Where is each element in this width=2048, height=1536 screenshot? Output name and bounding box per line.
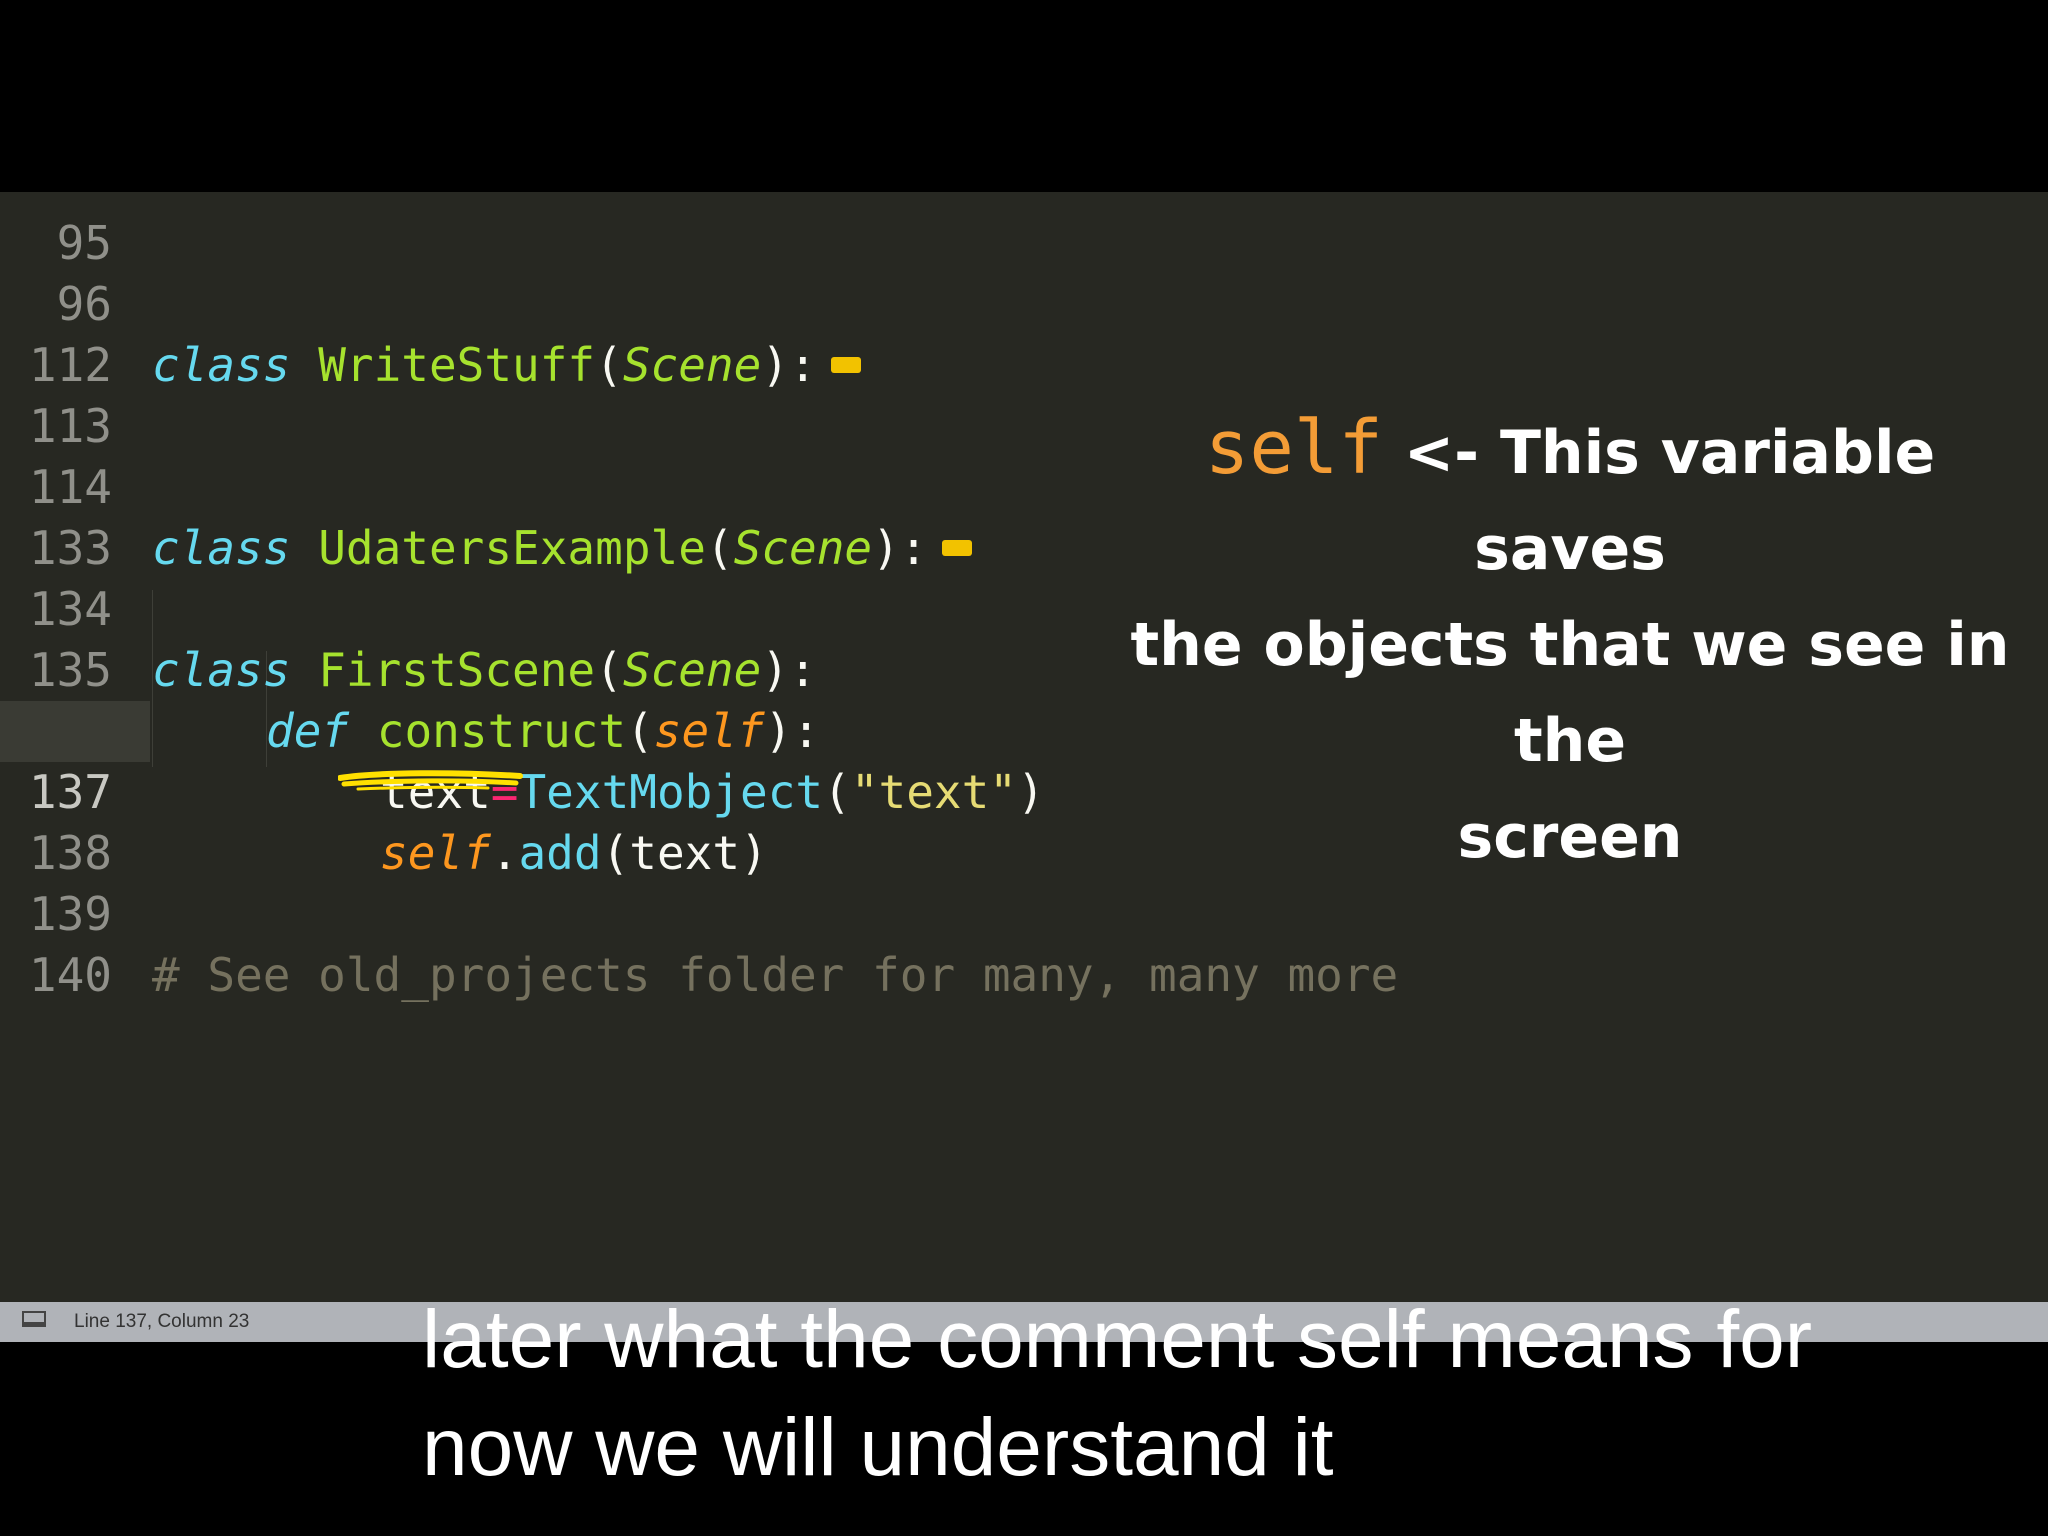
video-letterbox-top (0, 0, 2048, 192)
annotation-self-word: self (1204, 405, 1383, 491)
cursor-position[interactable]: Line 137, Column 23 (74, 1302, 249, 1342)
code-line[interactable]: 112 (0, 274, 2048, 392)
video-subtitle: later what the comment self means for no… (422, 1286, 2022, 1502)
code-editor[interactable]: 95 96 class WriteStuff(Scene): 112 113 1… (0, 192, 2048, 1302)
annotation-line-1: self <- This variable saves (1100, 400, 2040, 597)
code-comment: # See old_projects folder for many, many… (152, 948, 1399, 1002)
annotation-line-3: screen (1457, 802, 1683, 872)
annotation-line-2: the objects that we see in the (1130, 610, 2010, 776)
code-line[interactable]: 140 (0, 884, 2048, 1002)
line-number: 140 (28, 948, 112, 1002)
code-line[interactable]: 113 (0, 335, 2048, 453)
annotation-line-1-text: <- This variable saves (1403, 418, 1936, 584)
subtitle-line-2: now we will understand it (422, 1402, 1334, 1493)
console-toggle-icon[interactable] (22, 1311, 46, 1327)
code-line[interactable]: 95 (0, 192, 2048, 270)
self-annotation: self <- This variable saves the objects … (1100, 400, 2040, 885)
subtitle-line-1: later what the comment self means for (422, 1294, 1813, 1385)
code-line[interactable]: 96 class WriteStuff(Scene): (0, 213, 2048, 392)
